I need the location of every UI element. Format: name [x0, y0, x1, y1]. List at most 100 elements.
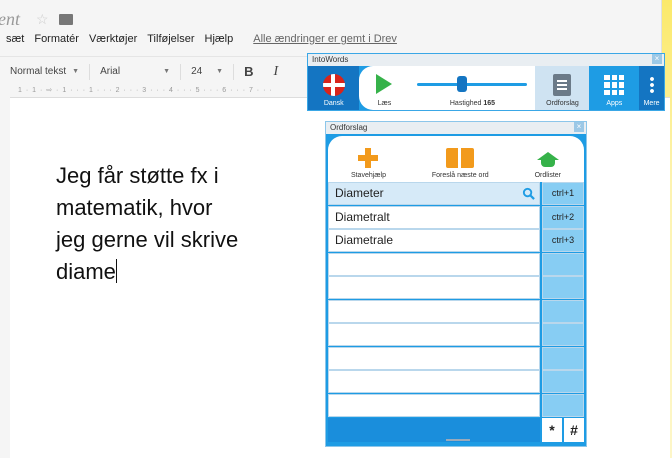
- empty-suggestion-row: [328, 252, 584, 276]
- intowords-controls: Læs Hastighed 165 Ordforslag: [359, 66, 590, 110]
- text-cursor: [115, 259, 117, 283]
- wordsuggest-button[interactable]: Ordforslag: [535, 66, 590, 110]
- text-line: Jeg får støtte fx i: [56, 163, 219, 188]
- suggestion-word[interactable]: Diametrale: [328, 229, 540, 252]
- more-label: Mere: [643, 100, 660, 107]
- puzzle-icon: [446, 148, 475, 168]
- suggestion-row[interactable]: Diametrale ctrl+3: [328, 229, 584, 252]
- suggestion-word: [328, 299, 540, 323]
- text-line: diame: [56, 259, 116, 284]
- chevron-down-icon: ▼: [163, 68, 171, 75]
- italic-button[interactable]: I: [263, 62, 288, 82]
- folder-icon[interactable]: [58, 13, 73, 25]
- document-list-icon: [553, 74, 572, 96]
- intowords-title-bar[interactable]: IntoWords ×: [308, 54, 664, 66]
- suggestion-word: [328, 393, 540, 417]
- wordsuggest-label: Ordforslag: [546, 100, 579, 107]
- more-vertical-icon: [649, 76, 654, 94]
- footer-bar: [328, 418, 540, 442]
- ruler[interactable]: 1 · 1 · ⇨ · 1 · · · 1 · · · 2 · · · 3 · …: [18, 86, 310, 96]
- suggest-next-word-button[interactable]: Foreslå næste ord: [432, 148, 489, 179]
- font-size-select[interactable]: 24 ▼: [181, 62, 233, 82]
- apps-label: Apps: [606, 100, 623, 107]
- wordsuggest-title-bar[interactable]: Ordforslag ×: [326, 122, 586, 134]
- speed-label-text: Hastighed: [449, 100, 482, 107]
- suggestion-word: [328, 370, 540, 393]
- close-icon[interactable]: ×: [574, 122, 584, 132]
- intowords-toolbar: IntoWords × Dansk Læs Hastighed 165 Ordf…: [307, 53, 665, 111]
- suggestion-row[interactable]: Diameter ctrl+1: [328, 182, 584, 205]
- menu-help[interactable]: Hjælp: [205, 33, 234, 45]
- text-line: jeg gerne vil skrive: [56, 227, 239, 252]
- empty-suggestion-row: [328, 276, 584, 299]
- shortcut-label: [542, 299, 584, 323]
- empty-suggestion-row: [328, 299, 584, 323]
- empty-suggestion-row: [328, 323, 584, 346]
- read-button[interactable]: Læs: [359, 66, 409, 110]
- suggestion-list: Diameter ctrl+1 Diametralt ctrl+2 Diametrale…: [328, 182, 584, 424]
- bold-button[interactable]: B: [234, 62, 263, 82]
- document-body-text[interactable]: Jeg får støtte fx i matematik, hvor jeg …: [56, 160, 238, 288]
- menu-insert[interactable]: sæt: [6, 33, 24, 45]
- title-bar: ent ☆: [0, 8, 73, 30]
- shortcut-label: [542, 252, 584, 276]
- empty-suggestion-row: [328, 370, 584, 393]
- read-label: Læs: [377, 100, 392, 107]
- menu-tools[interactable]: Værktøjer: [89, 33, 137, 45]
- menu-format[interactable]: Formatér: [34, 33, 79, 45]
- speed-slider[interactable]: [417, 72, 528, 98]
- shortcut-label: [542, 370, 584, 393]
- slider-track: [417, 83, 528, 86]
- paragraph-style-select[interactable]: Normal tekst ▼: [0, 62, 89, 82]
- apps-button[interactable]: Apps: [589, 66, 640, 110]
- suggestion-word: [328, 276, 540, 299]
- font-select[interactable]: Arial ▼: [90, 62, 180, 82]
- hash-button[interactable]: #: [564, 418, 584, 442]
- speed-control[interactable]: Hastighed 165: [409, 66, 535, 110]
- play-icon: [376, 74, 393, 94]
- search-icon[interactable]: [522, 187, 535, 200]
- star-icon[interactable]: ☆: [36, 11, 49, 28]
- intowords-title: IntoWords: [312, 55, 349, 64]
- wordsuggest-panel: Ordforslag × Stavehjælp Foreslå næste or…: [325, 121, 587, 447]
- suggestion-word[interactable]: Diameter: [328, 182, 540, 205]
- save-status-link[interactable]: Alle ændringer er gemt i Drev: [253, 33, 397, 45]
- shortcut-label: [542, 323, 584, 346]
- shortcut-label: [542, 393, 584, 417]
- wordsuggest-tools: Stavehjælp Foreslå næste ord Ordlister: [328, 136, 584, 182]
- spelling-help-label: Stavehjælp: [350, 172, 386, 179]
- close-icon[interactable]: ×: [652, 54, 662, 64]
- suggestion-word: [328, 323, 540, 346]
- suggestion-row[interactable]: Diametralt ctrl+2: [328, 205, 584, 229]
- empty-suggestion-row: [328, 393, 584, 417]
- speed-label: Hastighed 165: [450, 100, 495, 107]
- language-button[interactable]: Dansk: [308, 66, 360, 110]
- format-toolbar: Normal tekst ▼ Arial ▼ 24 ▼ B I: [0, 56, 310, 86]
- more-button[interactable]: Mere: [639, 66, 664, 110]
- wordlists-label: Ordlister: [534, 172, 562, 179]
- plus-icon: [358, 148, 379, 168]
- menu-addons[interactable]: Tilføjelser: [147, 33, 194, 45]
- shortcut-label: ctrl+3: [542, 229, 584, 252]
- suggestion-word[interactable]: Diametralt: [328, 205, 540, 229]
- shortcut-label: [542, 346, 584, 370]
- wordsuggest-footer: * #: [328, 418, 584, 442]
- spelling-help-button[interactable]: Stavehjælp: [351, 148, 386, 179]
- shortcut-label: ctrl+2: [542, 205, 584, 229]
- paragraph-style-value: Normal tekst: [10, 66, 67, 77]
- chevron-down-icon: ▼: [72, 68, 80, 75]
- font-value: Arial: [100, 66, 121, 77]
- apps-grid-icon: [604, 75, 625, 95]
- shortcut-label: [542, 276, 584, 299]
- suggest-next-word-label: Foreslå næste ord: [431, 172, 489, 179]
- document-title[interactable]: ent: [0, 9, 20, 30]
- suggestion-word: [328, 252, 540, 276]
- slider-knob[interactable]: [457, 76, 468, 92]
- wildcard-button[interactable]: *: [542, 418, 562, 442]
- resize-grip[interactable]: [446, 439, 470, 441]
- menu-bar: sæt Formatér Værktøjer Tilføjelser Hjælp…: [6, 33, 397, 45]
- wordsuggest-title: Ordforslag: [330, 123, 368, 132]
- suggestion-word: [328, 346, 540, 370]
- wordlists-button[interactable]: Ordlister: [535, 150, 561, 179]
- empty-suggestion-row: [328, 346, 584, 370]
